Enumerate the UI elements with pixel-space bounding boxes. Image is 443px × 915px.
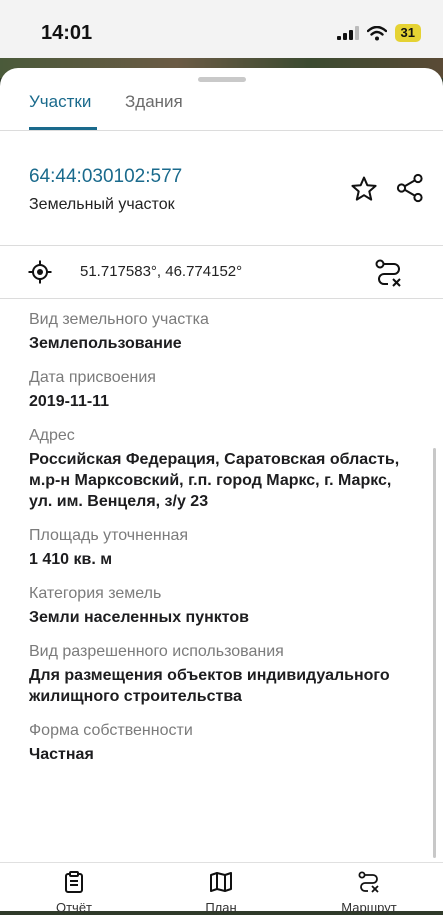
field-value: 2019-11-11 (29, 393, 110, 410)
nav-plan[interactable]: План (176, 871, 266, 915)
nav-label: Маршрут (341, 900, 397, 915)
field-ownership: Форма собственности Частная (29, 721, 409, 765)
parcel-sheet: Участки Здания 64:44:030102:577 Земельны… (0, 68, 443, 910)
field-value: Частная (29, 746, 94, 763)
nav-report[interactable]: Отчёт (29, 871, 119, 915)
battery-indicator: 31 (394, 24, 421, 42)
coordinates-text[interactable]: 51.717583°, 46.774152° (80, 263, 242, 280)
tab-bar: Участки Здания (0, 88, 443, 130)
wifi-icon (366, 25, 387, 40)
field-value: Землепользование (29, 335, 182, 352)
scrollbar[interactable] (433, 448, 436, 858)
clipboard-icon (65, 871, 83, 893)
bottom-nav: Отчёт План Маршрут (0, 862, 443, 915)
nav-label: Отчёт (55, 900, 93, 915)
share-icon[interactable] (396, 173, 424, 203)
field-value: Российская Федерация, Саратовская област… (29, 451, 400, 510)
tab-parcels[interactable]: Участки (29, 92, 91, 112)
map-icon (210, 872, 232, 892)
gps-icon[interactable] (28, 260, 52, 284)
field-value: Земли населенных пунктов (29, 609, 250, 626)
field-label: Дата присвоения (29, 369, 156, 386)
status-icons: 31 (336, 24, 421, 42)
sheet-grabber[interactable] (198, 77, 246, 82)
divider (0, 298, 443, 299)
star-icon[interactable] (350, 175, 378, 203)
parcel-type: Земельный участок (29, 196, 175, 213)
signal-icon (336, 26, 359, 40)
tab-buildings[interactable]: Здания (125, 92, 183, 112)
field-value: Для размещения объектов индивидуального … (29, 667, 390, 705)
cadastral-number[interactable]: 64:44:030102:577 (29, 166, 182, 188)
field-label: Категория земель (29, 585, 162, 602)
nav-label: План (205, 900, 237, 915)
field-label: Форма собственности (29, 722, 193, 739)
field-permitted-use: Вид разрешенного использования Для разме… (29, 642, 409, 707)
status-time: 14:01 (41, 22, 93, 44)
route-icon (358, 871, 379, 893)
nav-route[interactable]: Маршрут (324, 871, 414, 915)
field-address: Адрес Российская Федерация, Саратовская … (29, 426, 409, 512)
field-label: Вид разрешенного использования (29, 643, 284, 660)
divider (0, 130, 443, 131)
route-icon[interactable] (374, 258, 404, 288)
coordinates-row: 51.717583°, 46.774152° (0, 246, 443, 298)
field-label: Площадь уточненная (29, 527, 189, 544)
field-land-type: Вид земельного участка Землепользование (29, 310, 409, 354)
parcel-details: Вид земельного участка Землепользование … (29, 310, 409, 779)
field-value: 1 410 кв. м (29, 551, 113, 568)
field-label: Вид земельного участка (29, 311, 209, 328)
field-label: Адрес (29, 427, 75, 444)
status-bar: 14:01 31 (0, 0, 443, 60)
field-land-category: Категория земель Земли населенных пункто… (29, 584, 409, 628)
field-area: Площадь уточненная 1 410 кв. м (29, 526, 409, 570)
field-assigned-date: Дата присвоения 2019-11-11 (29, 368, 409, 412)
